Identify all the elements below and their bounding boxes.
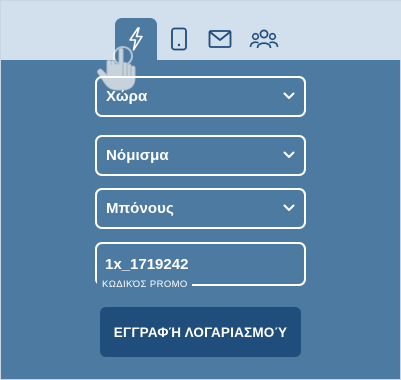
group-icon — [249, 29, 279, 49]
tab-email[interactable] — [199, 18, 241, 60]
currency-select-value: Νόμισμα — [106, 147, 169, 164]
tablet-icon — [171, 27, 187, 51]
lightning-icon — [129, 27, 143, 51]
bonus-select[interactable]: Μπόνους — [95, 188, 306, 229]
promo-code-input[interactable]: 1x_1719242 — [105, 256, 188, 273]
tab-social[interactable] — [243, 18, 285, 60]
tab-one-click[interactable] — [115, 18, 157, 60]
registration-method-tabs — [1, 1, 401, 60]
registration-panel: Χώρα Νόμισμα Μπόνους 1x_1719242 ΚΩΔΙΚΌΣ … — [0, 0, 401, 380]
chevron-down-icon — [283, 204, 295, 211]
country-select-value: Χώρα — [106, 88, 148, 105]
chevron-down-icon — [283, 151, 295, 158]
chevron-down-icon — [283, 92, 295, 99]
promo-code-label: ΚΩΔΙΚΌΣ PROMO — [97, 278, 192, 291]
envelope-icon — [208, 30, 232, 48]
country-select[interactable]: Χώρα — [95, 76, 306, 117]
tab-phone[interactable] — [158, 18, 200, 60]
bonus-select-value: Μπόνους — [106, 200, 174, 217]
currency-select[interactable]: Νόμισμα — [95, 135, 306, 176]
register-account-button[interactable]: ΕΓΓΡΑΦΉ ΛΟΓΑΡΙΑΣΜΟΎ — [100, 307, 301, 357]
register-account-button-label: ΕΓΓΡΑΦΉ ΛΟΓΑΡΙΑΣΜΟΎ — [113, 324, 288, 340]
